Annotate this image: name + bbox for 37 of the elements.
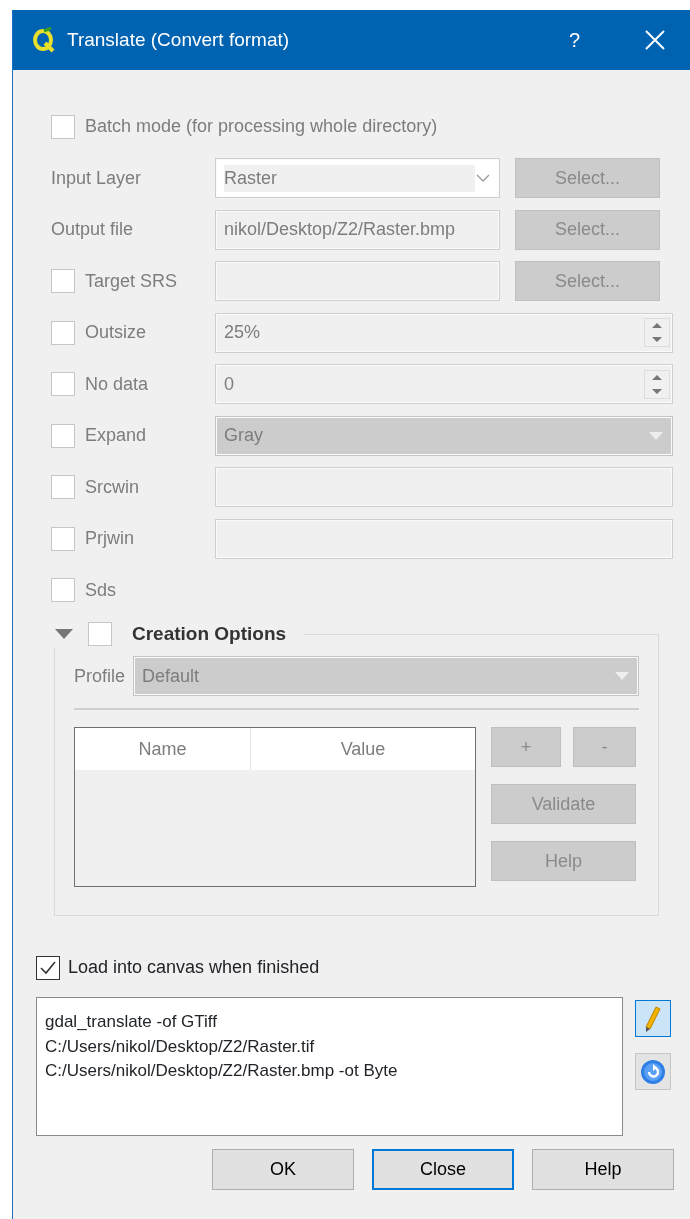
- field-label: Output file: [51, 218, 134, 242]
- field-label: Profile: [74, 664, 126, 688]
- dialog-button[interactable]: Help: [532, 1149, 674, 1190]
- field-label: Prjwin: [85, 527, 134, 551]
- group-title: Creation Options: [132, 621, 287, 646]
- dropdown[interactable]: Default: [133, 656, 639, 696]
- help-button[interactable]: ?: [568, 25, 580, 55]
- command-text-area[interactable]: gdal_translate -of GTiff C:/Users/nikol/Desktop/Z2/Raster.tif C:/Users/nikol/Desktop/Z2/Raster.bmp -ot Byte: [36, 997, 623, 1136]
- group-action-button[interactable]: Validate: [491, 784, 636, 824]
- window-title: Translate (Convert format): [67, 27, 291, 52]
- field-label: Srcwin: [85, 475, 139, 499]
- table-action-button[interactable]: -: [573, 727, 636, 767]
- column-header[interactable]: Value: [251, 728, 475, 770]
- text-field[interactable]: [215, 261, 500, 302]
- field-label: Target SRS: [85, 269, 178, 293]
- edit-button[interactable]: [635, 1000, 671, 1037]
- refresh-button[interactable]: [635, 1053, 671, 1090]
- option-label: Batch mode (for processing whole directory): [85, 115, 438, 139]
- close-icon[interactable]: [644, 29, 666, 51]
- field-label: Expand: [85, 424, 147, 448]
- text-field[interactable]: [215, 518, 673, 559]
- refresh-icon: [640, 1058, 666, 1085]
- option-label: Sds: [85, 578, 117, 602]
- spinner-arrows-icon: [644, 369, 670, 399]
- table-action-button[interactable]: +: [491, 727, 561, 767]
- column-header[interactable]: Name: [75, 728, 251, 770]
- field-label: No data: [85, 372, 149, 396]
- app-logo-icon: [31, 27, 55, 53]
- checkbox-label: Load into canvas when finished: [68, 956, 320, 979]
- field-label: Input Layer: [51, 166, 142, 190]
- checkbox[interactable]: [36, 955, 60, 980]
- text-field[interactable]: [215, 467, 673, 508]
- field-label: Outsize: [85, 321, 147, 345]
- group-action-button[interactable]: Help: [491, 841, 636, 881]
- dialog-button[interactable]: OK: [212, 1149, 354, 1190]
- dialog-button[interactable]: Close: [372, 1149, 514, 1190]
- spinner-arrows-icon: [644, 318, 670, 348]
